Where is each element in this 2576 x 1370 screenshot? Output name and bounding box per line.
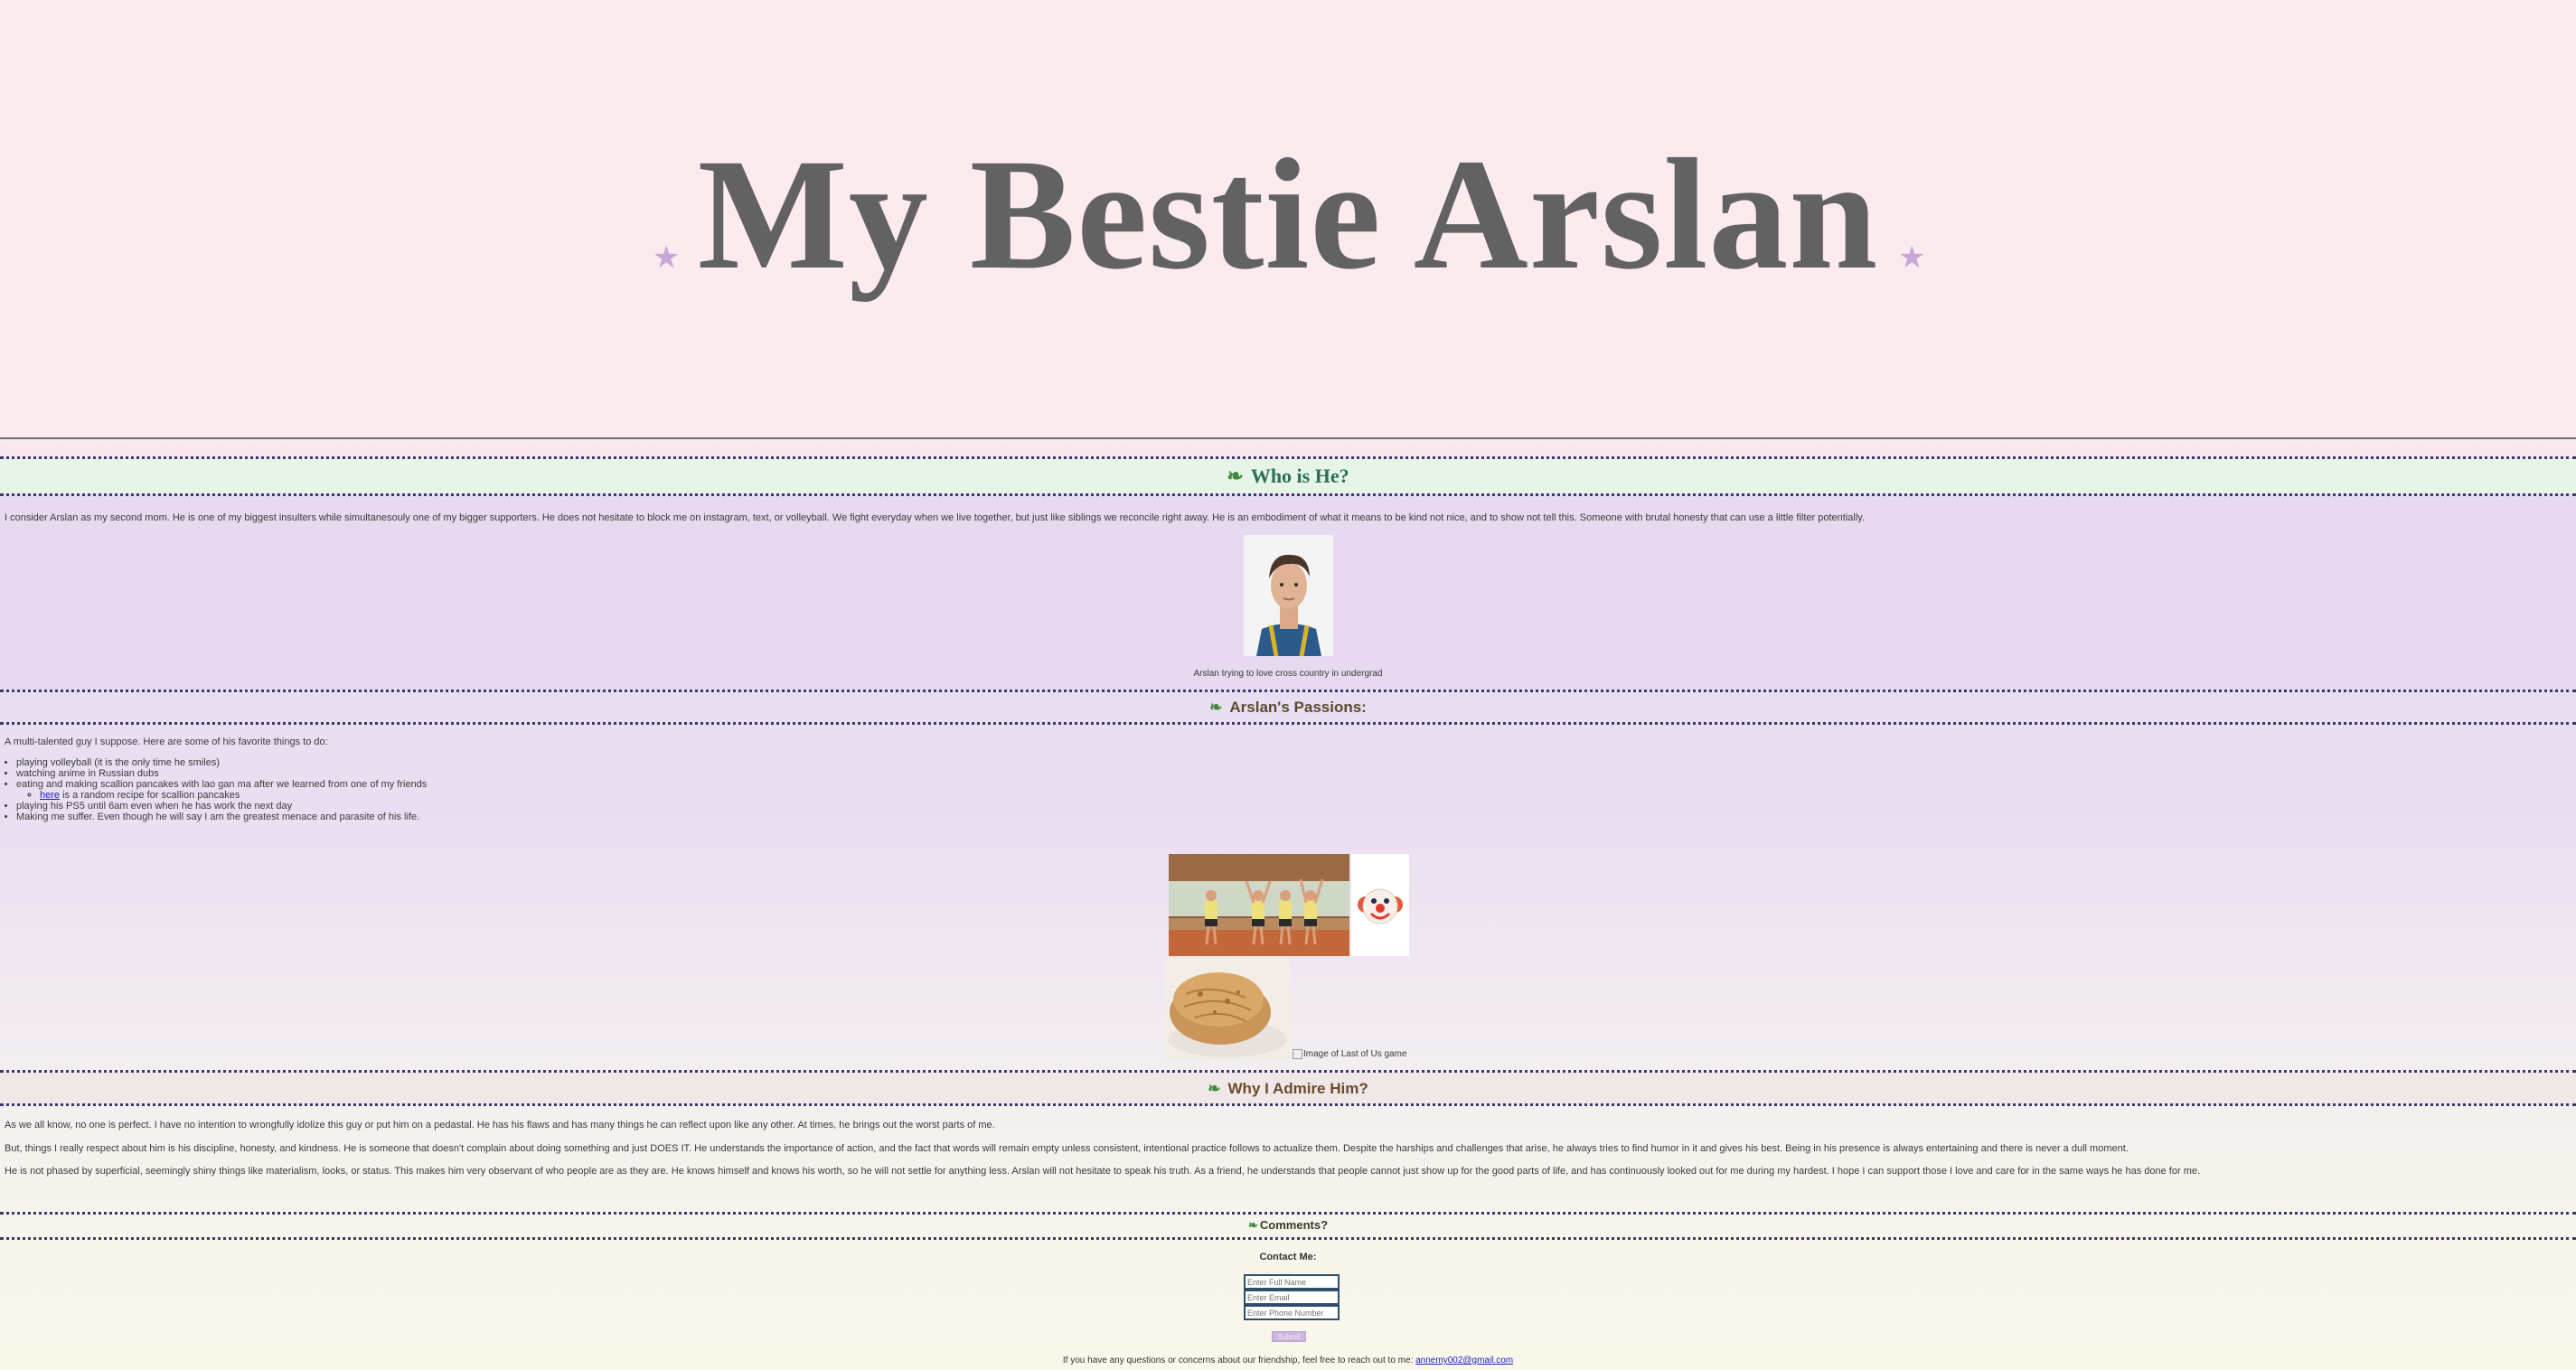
email-link[interactable]: annemy002@gmail.com [1415, 1356, 1513, 1365]
section-divider [0, 1237, 2576, 1240]
leaf-icon: ❧ [1227, 464, 1244, 487]
page-header: ★ My Bestie Arslan ★ [0, 0, 2576, 437]
photo-caption: Arslan trying to love cross country in u… [1193, 669, 1383, 679]
leaf-icon: ❧ [1247, 1218, 1258, 1232]
who-paragraph: I consider Arslan as my second mom. He i… [5, 512, 1866, 523]
contact-label: Contact Me: [1259, 1252, 1317, 1262]
comments-section-title: ❧ Comments? [1247, 1218, 1329, 1232]
arslan-photo [1244, 535, 1333, 656]
section-divider [0, 722, 2576, 725]
page-title: My Bestie Arslan [697, 127, 1879, 303]
volleyball-image [1169, 854, 1349, 956]
admire-paragraph-3: He is not phased by superficial, seeming… [5, 1166, 2201, 1177]
recipe-link[interactable]: here [40, 790, 60, 801]
clown-image [1351, 854, 1409, 956]
passions-section-title: ❧ Arslan's Passions: [1209, 699, 1367, 716]
list-item: Making me suffer. Even though he will sa… [16, 812, 427, 822]
admire-section-title: ❧ Why I Admire Him? [1208, 1080, 1368, 1097]
section-divider [0, 1103, 2576, 1106]
section-divider [0, 690, 2576, 692]
star-icon: ★ [1898, 240, 1926, 275]
list-item: playing his PS5 until 6am even when he h… [16, 801, 427, 812]
passions-intro: A multi-talented guy I suppose. Here are… [5, 737, 328, 747]
phone-input[interactable] [1244, 1305, 1340, 1320]
who-section-title: ❧ Who is He? [1227, 464, 1349, 487]
last-of-us-broken-image: Image of Last of Us game [1293, 1049, 1407, 1059]
email-input[interactable] [1244, 1290, 1340, 1305]
leaf-icon: ❧ [1208, 1080, 1221, 1097]
list-item: here is a random recipe for scallion pan… [40, 790, 427, 801]
list-item: watching anime in Russian dubs [16, 768, 427, 779]
leaf-icon: ❧ [1209, 699, 1223, 716]
admire-paragraph-1: As we all know, no one is perfect. I hav… [5, 1120, 995, 1131]
section-divider [0, 1212, 2576, 1215]
full-name-input[interactable] [1244, 1274, 1340, 1290]
admire-paragraph-2: But, things I really respect about him i… [5, 1143, 2129, 1154]
footer-contact: If you have any questions or concerns ab… [1062, 1356, 1514, 1365]
submit-button[interactable]: Submit [1272, 1331, 1306, 1342]
list-item: playing volleyball (it is the only time … [16, 757, 427, 768]
sub-list: here is a random recipe for scallion pan… [16, 790, 427, 801]
broken-image-icon [1293, 1049, 1302, 1059]
header-divider [0, 437, 2576, 439]
pancake-image [1164, 958, 1290, 1060]
passions-list: playing volleyball (it is the only time … [0, 757, 427, 822]
list-item: eating and making scallion pancakes with… [16, 779, 427, 801]
